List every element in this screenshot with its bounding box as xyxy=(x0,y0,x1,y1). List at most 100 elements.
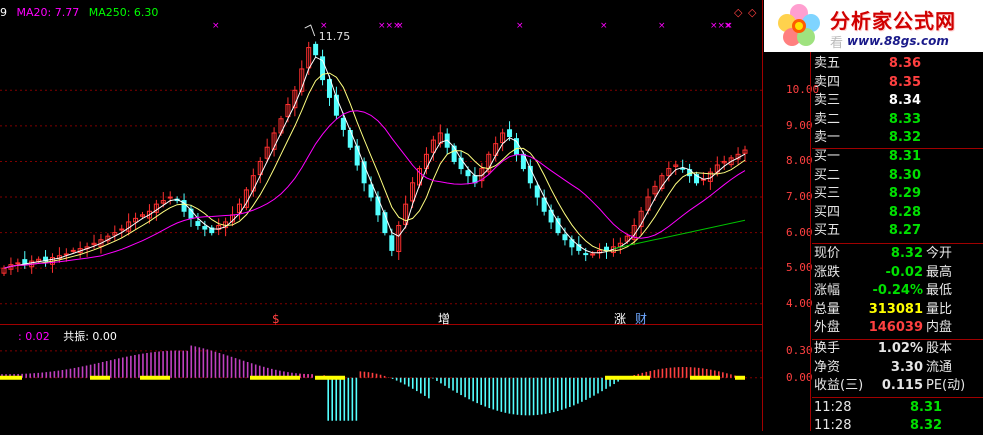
candle-body xyxy=(340,117,346,130)
candle-body xyxy=(354,145,360,166)
panel-divider xyxy=(810,50,811,431)
quote-row-value: 8.28 xyxy=(888,204,921,220)
stat-row-label2: 内盘 xyxy=(926,320,953,336)
signal-marker: × xyxy=(396,21,404,31)
quote-row-label: 买二 xyxy=(814,167,841,183)
signal-marker: × xyxy=(600,21,608,31)
price-tick-label: 4.00 xyxy=(786,296,813,310)
stat-row-label2: 最高 xyxy=(926,264,953,280)
signal-marker: × xyxy=(212,21,220,31)
stat-row-value: 3.30 xyxy=(890,359,923,375)
oscillator-value: : 0.02 xyxy=(18,330,50,343)
quote-row-value: 8.32 xyxy=(888,130,921,146)
site-logo: 看 中 看看 分析家公式网 www.88gs.com xyxy=(764,0,983,52)
stat-row-label2: 今开 xyxy=(926,246,953,261)
price-tick-label: 6.00 xyxy=(786,225,813,239)
stat-row-label2: PE(动) xyxy=(926,378,966,394)
diamond-marker: ◇ xyxy=(748,6,757,19)
oscillator-tick-label: 0.00 xyxy=(786,370,813,384)
tick-time: 11:28 xyxy=(814,418,852,434)
stat-row-value: -0.24% xyxy=(872,283,924,299)
stat-row-label: 换手 xyxy=(814,341,841,356)
stat-row-label2: 量比 xyxy=(926,301,953,317)
candle-body xyxy=(555,218,561,234)
logo-url: www.88gs.com xyxy=(844,34,952,48)
tick-time: 11:28 xyxy=(814,399,852,415)
stat-row-label: 外盘 xyxy=(814,320,841,336)
signal-marker: × xyxy=(658,21,666,31)
quote-divider xyxy=(812,396,983,398)
quote-row-label: 买五 xyxy=(814,223,841,239)
candle-body xyxy=(603,246,609,251)
diamond-marker: ◇ xyxy=(734,6,743,19)
price-tick-label: 9.00 xyxy=(786,118,813,132)
flower-icon xyxy=(778,4,820,46)
quote-row-value: 8.29 xyxy=(888,186,921,202)
resonance-value: 共振: 0.00 xyxy=(63,330,117,343)
stat-row-label2: 最低 xyxy=(926,283,953,299)
candle-body xyxy=(389,235,395,251)
stat-row-value: 146039 xyxy=(868,320,923,336)
signal-marker: × xyxy=(724,21,732,31)
oscillator-legend: : 0.02 共振: 0.00 xyxy=(18,328,117,344)
quote-row-label: 买一 xyxy=(814,149,841,164)
event-marker: 涨 xyxy=(614,311,626,325)
stat-row-label: 涨跌 xyxy=(814,264,841,280)
tick-price: 8.32 xyxy=(910,418,943,434)
stat-row-label: 收益(三) xyxy=(814,378,864,394)
quote-row-value: 8.27 xyxy=(888,223,921,239)
candle-body xyxy=(167,196,173,199)
candle-body xyxy=(583,253,589,256)
stock-chart-window: 11.75 × × ××× × × × × ××× × ◇ ◇ $ 增涨财 9 MA20: 7.77 MA… xyxy=(0,0,983,433)
main-chart[interactable]: 11.75 × × ××× × × × × ××× × ◇ ◇ $ 增涨财 xyxy=(0,0,762,325)
ma-legend: 9 MA20: 7.77 MA250: 6.30 xyxy=(0,6,158,19)
oscillator-tick-label: 0.30 xyxy=(786,343,813,357)
chart-divider xyxy=(762,0,763,431)
event-marker: 财 xyxy=(635,312,647,325)
candle-body xyxy=(368,184,374,198)
stat-row-value: 8.32 xyxy=(890,246,923,261)
stat-row-value: 313081 xyxy=(868,301,923,317)
quote-row-value: 8.31 xyxy=(888,149,921,164)
candle-body xyxy=(195,221,201,226)
quote-row-label: 买三 xyxy=(814,186,841,202)
quote-row-value: 8.36 xyxy=(888,56,921,71)
stat-row-value: -0.02 xyxy=(885,264,923,280)
quote-row-value: 8.34 xyxy=(888,93,921,109)
candle-body xyxy=(70,249,76,252)
stat-row-value: 1.02% xyxy=(877,341,923,356)
quote-panel: 卖五 8.36 卖四 8.35 卖三 8.34 卖二 8.33 卖一 8.32 买一 8.31 买二 8.… xyxy=(812,54,983,433)
legend-ma20: MA20: 7.77 xyxy=(16,6,80,19)
candle-body xyxy=(465,170,471,177)
stat-row-label2: 股本 xyxy=(926,341,953,356)
logo-title: 分析家公式网 xyxy=(830,9,956,33)
quote-row-value: 8.30 xyxy=(888,167,921,183)
candle-body xyxy=(15,262,21,265)
peak-label: 11.75 xyxy=(319,30,351,43)
quote-row-value: 8.35 xyxy=(888,74,921,90)
quote-divider xyxy=(812,243,983,244)
candle-body xyxy=(202,226,208,230)
candle-body xyxy=(562,234,568,241)
stat-row-label: 净资 xyxy=(814,359,841,375)
event-marker: $ xyxy=(272,312,280,325)
candle-body xyxy=(534,185,540,198)
stat-row-label: 涨幅 xyxy=(814,283,841,299)
tick-price: 8.31 xyxy=(910,399,943,415)
peak-marker xyxy=(304,24,316,37)
quote-row-label: 卖四 xyxy=(814,74,841,90)
legend-first: 9 xyxy=(0,6,7,19)
candle-body xyxy=(313,43,319,56)
quote-row-label: 卖三 xyxy=(814,93,841,109)
stat-row-value: 0.115 xyxy=(881,378,923,394)
quote-row-value: 8.33 xyxy=(888,111,921,127)
signal-marker: × xyxy=(320,21,328,31)
candle-body xyxy=(451,145,457,162)
event-marker: 增 xyxy=(438,312,450,325)
ma250-line xyxy=(613,219,746,250)
oscillator-axis: 0.30 0.00 xyxy=(766,325,813,431)
stat-row-label2: 流通 xyxy=(926,359,953,375)
price-tick-label: 7.00 xyxy=(786,190,813,204)
price-chart-svg: 11.75× × ×××× × × × ××××◇ ◇$ 增涨财 xyxy=(0,6,762,325)
legend-ma250: MA250: 6.30 xyxy=(88,6,159,19)
